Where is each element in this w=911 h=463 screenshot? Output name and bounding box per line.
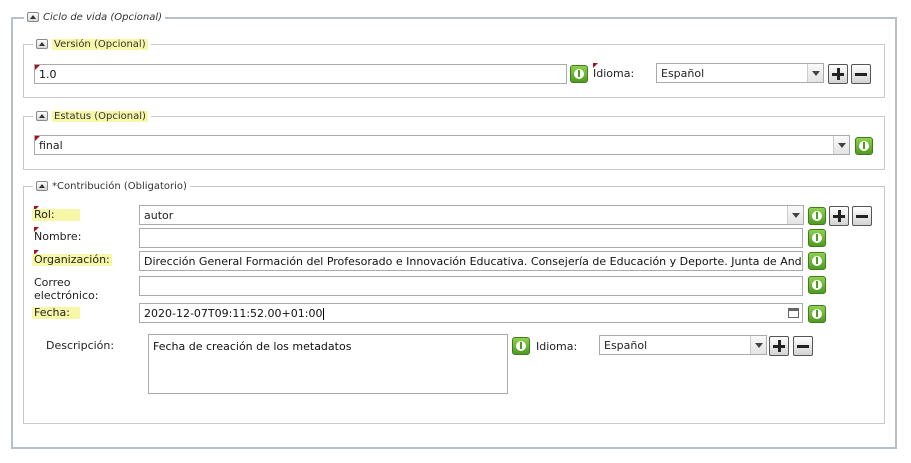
calendar-icon[interactable] <box>788 308 799 318</box>
description-language-label: Idioma: <box>536 340 578 353</box>
email-input[interactable] <box>139 276 803 296</box>
info-icon[interactable] <box>512 337 530 355</box>
info-icon[interactable] <box>808 252 826 270</box>
add-description-language-button[interactable] <box>769 336 789 356</box>
role-label: Rol: <box>32 209 80 221</box>
add-language-button[interactable] <box>828 64 848 84</box>
organization-input[interactable]: Dirección General Formación del Profesor… <box>139 251 803 271</box>
chevron-down-icon <box>750 336 766 354</box>
role-select[interactable]: autor <box>139 205 804 225</box>
remove-role-button[interactable] <box>852 206 872 226</box>
version-language-value: Español <box>661 67 705 80</box>
contribution-legend-label: *Contribución (Obligatorio) <box>52 180 187 192</box>
info-icon[interactable] <box>808 305 826 323</box>
collapse-up-icon[interactable] <box>27 12 39 22</box>
version-input[interactable]: 1.0 <box>34 64 567 84</box>
version-language-select[interactable]: Español <box>656 63 824 83</box>
status-legend: Estatus (Opcional) <box>33 109 151 123</box>
name-label: Nombre: <box>34 230 82 243</box>
info-icon[interactable] <box>855 137 873 155</box>
collapse-up-icon[interactable] <box>36 39 48 49</box>
date-input[interactable]: 2020-12-07T09:11:52.00+01:00 <box>139 303 803 323</box>
organization-label: Organización: <box>32 253 112 266</box>
status-value: final <box>39 139 63 152</box>
text-caret <box>323 308 325 320</box>
info-icon[interactable] <box>570 65 588 83</box>
lifecycle-legend-label: Ciclo de vida (Opcional) <box>43 11 163 23</box>
info-icon[interactable] <box>808 207 826 225</box>
info-icon[interactable] <box>808 276 826 294</box>
version-legend: Versión (Opcional) <box>33 37 151 51</box>
remove-description-language-button[interactable] <box>793 336 813 356</box>
info-icon[interactable] <box>808 229 826 247</box>
collapse-up-icon[interactable] <box>36 181 48 191</box>
description-textarea[interactable]: Fecha de creación de los metadatos <box>148 334 508 394</box>
description-language-value: Español <box>604 339 648 352</box>
status-select[interactable]: final <box>34 135 850 155</box>
chevron-down-icon <box>787 206 803 224</box>
version-legend-label: Versión (Opcional) <box>52 38 148 50</box>
description-language-select[interactable]: Español <box>599 335 767 355</box>
contribution-legend: *Contribución (Obligatorio) <box>33 179 190 193</box>
status-legend-label: Estatus (Opcional) <box>52 110 148 122</box>
chevron-down-icon <box>833 136 849 154</box>
chevron-down-icon <box>807 64 823 82</box>
description-label: Descripción: <box>46 339 115 352</box>
name-input[interactable] <box>139 228 803 248</box>
email-label-line2: electrónico: <box>34 289 99 302</box>
role-value: autor <box>144 209 174 222</box>
collapse-up-icon[interactable] <box>36 111 48 121</box>
remove-language-button[interactable] <box>851 64 871 84</box>
date-label: Fecha: <box>32 307 80 319</box>
version-language-label: Idioma: <box>593 67 635 80</box>
date-value: 2020-12-07T09:11:52.00+01:00 <box>144 307 323 320</box>
lifecycle-legend: Ciclo de vida (Opcional) <box>24 10 166 24</box>
email-label-line1: Correo <box>34 276 71 289</box>
add-role-button[interactable] <box>829 206 849 226</box>
